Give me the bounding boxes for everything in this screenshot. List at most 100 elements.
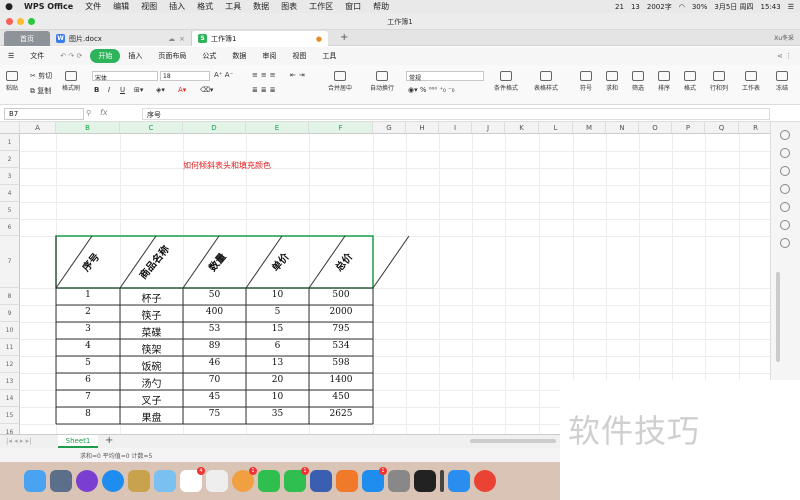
table-cell[interactable]: 75 (183, 409, 246, 419)
tab-workbook[interactable]: S 工作簿1 ● (192, 31, 328, 46)
table-cell[interactable]: 795 (309, 324, 373, 334)
menu-list-icon[interactable]: ☰ (788, 3, 794, 11)
menubar-app-name[interactable]: WPS Office (18, 2, 79, 11)
table-cell[interactable]: 2 (56, 307, 120, 317)
table-cell[interactable]: 叉子 (120, 392, 183, 407)
row-col-button[interactable]: 行和列 (710, 71, 728, 92)
backup-icon[interactable] (780, 220, 790, 230)
status-count-1[interactable]: 21 (615, 3, 624, 11)
tab-docx[interactable]: W 图片.docx ☁ × (50, 31, 192, 46)
table-cell[interactable]: 50 (183, 290, 246, 300)
table-cell[interactable]: 5 (56, 358, 120, 368)
menubar-item-file[interactable]: 文件 (79, 1, 107, 12)
merge-center-button[interactable]: 合并居中 (328, 71, 352, 92)
table-cell[interactable]: 534 (309, 341, 373, 351)
table-cell[interactable]: 7 (56, 392, 120, 402)
menubar-item-help[interactable]: 帮助 (367, 1, 395, 12)
table-cell[interactable]: 35 (246, 409, 309, 419)
tab-close-icon[interactable]: × (179, 35, 185, 43)
menubar-item-workspace[interactable]: 工作区 (303, 1, 339, 12)
bold-button[interactable]: B (94, 86, 99, 94)
table-cell[interactable]: 89 (183, 341, 246, 351)
system-preferences-icon[interactable] (388, 470, 410, 492)
ribbon-tab-view[interactable]: 视图 (284, 51, 314, 61)
table-cell[interactable]: 4 (56, 341, 120, 351)
table-cell[interactable]: 3 (56, 324, 120, 334)
status-time[interactable]: 15:43 (761, 3, 781, 11)
italic-button[interactable]: I (108, 86, 110, 94)
worksheet-button[interactable]: 工作表 (742, 71, 760, 92)
table-cell[interactable]: 20 (246, 375, 309, 385)
symbol-button[interactable]: 符号 (580, 71, 592, 92)
messages-icon[interactable]: 1 (284, 467, 309, 492)
sheet-nav-arrows[interactable]: |◂ ◂ ▸ ▸| (6, 437, 31, 445)
hamburger-icon[interactable]: ☰ (0, 52, 22, 60)
menubar-item-tools[interactable]: 工具 (219, 1, 247, 12)
ribbon-tab-insert[interactable]: 插入 (120, 51, 150, 61)
cond-format-button[interactable]: 条件格式 (494, 71, 518, 92)
undo-icon[interactable]: ↶ ↷ ⟳ (52, 52, 90, 60)
new-tab-button[interactable]: + (334, 30, 354, 45)
formula-input[interactable]: 序号 (142, 108, 770, 120)
font-family-select[interactable]: 宋体 (92, 71, 158, 82)
table-cell[interactable]: 5 (246, 307, 309, 317)
terminal-icon[interactable] (414, 470, 436, 492)
menubar-item-format[interactable]: 格式 (191, 1, 219, 12)
tools-icon[interactable] (780, 202, 790, 212)
zoom-icon[interactable]: ⚲ (86, 109, 91, 117)
table-cell[interactable]: 15 (246, 324, 309, 334)
sheet-tab-sheet1[interactable]: Sheet1 (58, 435, 98, 448)
video-icon[interactable] (310, 470, 332, 492)
table-cell[interactable]: 果盘 (120, 409, 183, 424)
copy-button[interactable]: ⧉ 复制 (30, 86, 51, 96)
table-cell[interactable]: 8 (56, 409, 120, 419)
table-style-button[interactable]: 表格样式 (534, 71, 558, 92)
clear-button[interactable]: ⌫▾ (200, 86, 213, 94)
chrome-icon[interactable] (474, 470, 496, 492)
battery-percent[interactable]: 30% (692, 3, 708, 11)
table-cell[interactable]: 70 (183, 375, 246, 385)
books-icon[interactable] (336, 470, 358, 492)
menubar-item-view[interactable]: 视图 (135, 1, 163, 12)
launchpad-icon[interactable] (50, 470, 72, 492)
sort-button[interactable]: 排序 (658, 71, 670, 92)
ribbon-tab-tools[interactable]: 工具 (314, 51, 344, 61)
table-cell[interactable]: 1400 (309, 375, 373, 385)
table-cell[interactable]: 53 (183, 324, 246, 334)
calendar-icon[interactable]: 4 (180, 467, 205, 492)
border-button[interactable]: ⊞▾ (134, 86, 143, 94)
paste-button[interactable]: 粘贴 (6, 71, 18, 92)
menubar-item-data[interactable]: 数据 (247, 1, 275, 12)
menubar-item-chart[interactable]: 图表 (275, 1, 303, 12)
sum-button[interactable]: 求和 (606, 71, 618, 92)
table-cell[interactable]: 13 (246, 358, 309, 368)
tab-home[interactable]: 首页 (4, 31, 50, 46)
table-cell[interactable]: 10 (246, 290, 309, 300)
table-cell[interactable]: 6 (246, 341, 309, 351)
vertical-scrollbar[interactable] (776, 272, 780, 362)
cut-button[interactable]: ✂ 剪切 (30, 71, 52, 81)
share-icon[interactable]: ⋖ ⋮ (777, 52, 800, 60)
fx-icon[interactable]: fx (100, 108, 108, 117)
font-color-button[interactable]: A▾ (178, 86, 186, 94)
format-button[interactable]: 格式 (684, 71, 696, 92)
feishu-icon[interactable] (448, 470, 470, 492)
photos-icon[interactable]: 1 (232, 467, 257, 492)
font-size-select[interactable]: 18 (160, 71, 210, 81)
table-cell[interactable]: 10 (246, 392, 309, 402)
table-cell[interactable]: 杯子 (120, 290, 183, 305)
ribbon-tab-formula[interactable]: 公式 (194, 51, 224, 61)
fill-color-button[interactable]: ◈▾ (156, 86, 165, 94)
mail-icon[interactable] (128, 470, 150, 492)
status-count-2[interactable]: 13 (631, 3, 640, 11)
facetime-icon[interactable] (258, 470, 280, 492)
ribbon-tab-data[interactable]: 数据 (224, 51, 254, 61)
table-cell[interactable]: 筷架 (120, 341, 183, 356)
user-name[interactable]: Xu冬采 (774, 33, 794, 42)
font-grow-button[interactable]: A⁺ A⁻ (214, 71, 233, 79)
horizontal-scrollbar[interactable] (470, 439, 556, 443)
table-cell[interactable]: 1 (56, 290, 120, 300)
menubar-item-edit[interactable]: 编辑 (107, 1, 135, 12)
table-cell[interactable]: 450 (309, 392, 373, 402)
table-cell[interactable]: 饭碗 (120, 358, 183, 373)
